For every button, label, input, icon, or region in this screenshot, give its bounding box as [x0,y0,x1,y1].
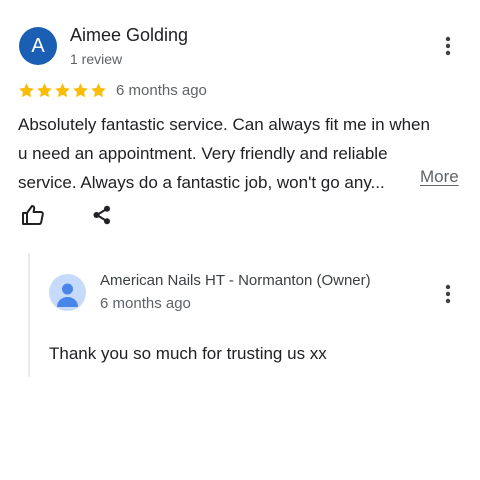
reviewer-review-count: 1 review [70,51,123,67]
star-icon [37,83,52,98]
review-text-line: Absolutely fantastic service. Can always… [18,115,430,134]
review-text: Absolutely fantastic service. Can always… [18,110,470,197]
review-menu-button[interactable] [436,34,460,58]
owner-reply-menu-button[interactable] [436,282,460,306]
person-icon [57,283,78,307]
star-icon [55,83,70,98]
share-button[interactable] [91,204,113,226]
reviewer-name[interactable]: Aimee Golding [70,25,188,46]
like-button[interactable] [20,202,46,228]
more-vert-icon [445,284,451,304]
review-time: 6 months ago [116,82,207,99]
owner-reply-time: 6 months ago [100,295,191,312]
thumbs-up-icon [22,205,44,225]
star-rating [18,82,107,99]
owner-avatar[interactable] [49,274,86,311]
star-icon [73,83,88,98]
reviewer-avatar[interactable]: A [19,27,57,65]
star-icon [91,83,106,98]
more-vert-icon [445,36,451,56]
share-icon [93,205,110,225]
star-icon [19,83,34,98]
review-text-line: u need an appointment. Very friendly and… [18,144,388,163]
review-text-line: service. Always do a fantastic job, won'… [18,173,385,192]
owner-reply-text: Thank you so much for trusting us xx [49,344,327,363]
more-link[interactable]: More [420,167,459,187]
owner-name: American Nails HT - Normanton (Owner) [100,272,371,289]
reply-divider [28,253,30,377]
